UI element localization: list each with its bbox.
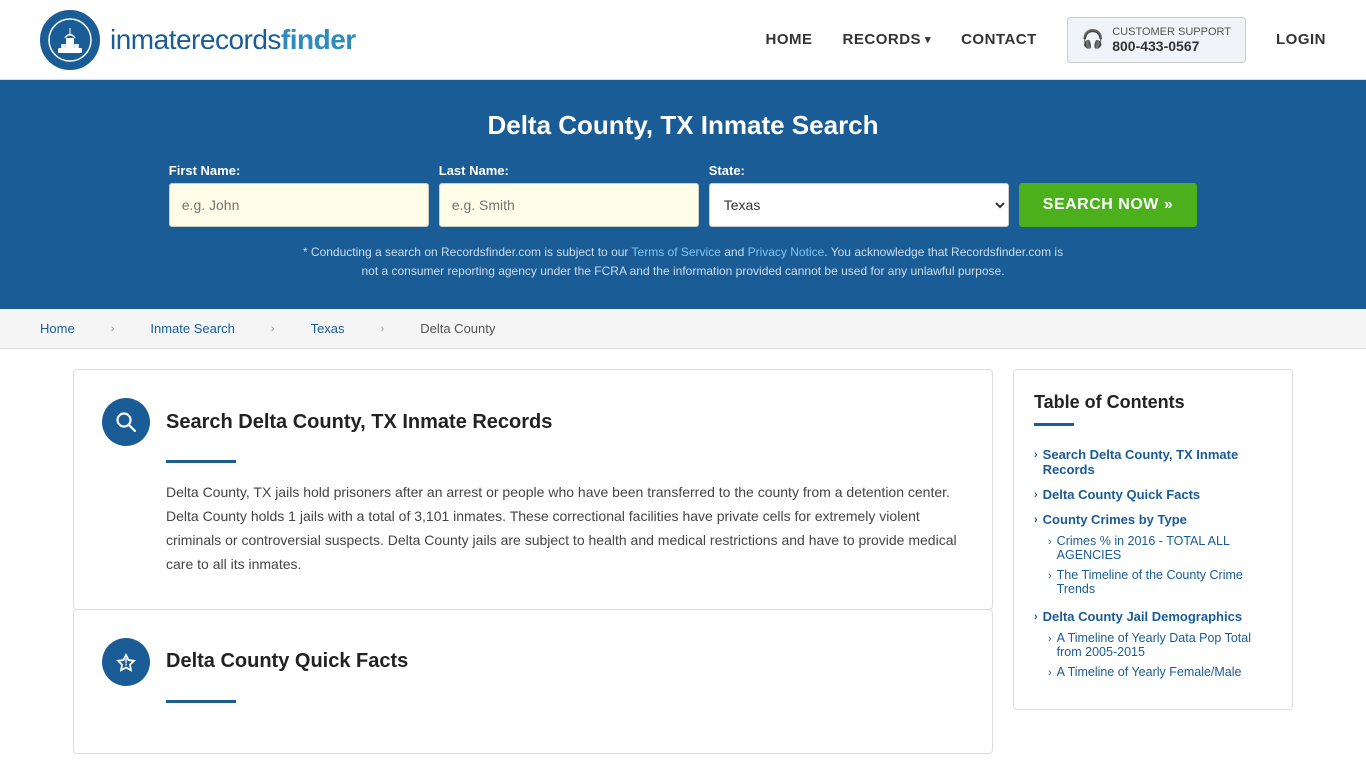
quick-facts-title: Delta County Quick Facts: [166, 650, 408, 673]
logo-text: inmaterecordsfinder: [110, 24, 356, 56]
toc-crimes-sublist: › Crimes % in 2016 - TOTAL ALL AGENCIES …: [1034, 531, 1272, 599]
last-name-label: Last Name:: [439, 163, 699, 178]
chevron-icon: ›: [1048, 570, 1052, 582]
toc-item-search: › Search Delta County, TX Inmate Records: [1034, 442, 1272, 482]
toc-item-demographics: › Delta County Jail Demographics › A Tim…: [1034, 604, 1272, 687]
toc-title: Table of Contents: [1034, 392, 1272, 413]
nav-contact[interactable]: CONTACT: [961, 31, 1037, 48]
search-section-divider: [166, 460, 236, 463]
toc-divider: [1034, 423, 1074, 426]
disclaimer-text: * Conducting a search on Recordsfinder.c…: [293, 243, 1073, 281]
state-group: State: Texas: [709, 163, 1009, 227]
last-name-group: Last Name:: [439, 163, 699, 227]
logo-icon: [40, 10, 100, 70]
search-records-card: Search Delta County, TX Inmate Records D…: [73, 369, 993, 609]
support-label: CUSTOMER SUPPORT: [1112, 26, 1231, 38]
nav-records[interactable]: RECORDS ▾: [843, 31, 932, 48]
chevron-icon: ›: [1034, 514, 1038, 526]
login-button[interactable]: LOGIN: [1276, 31, 1326, 48]
toc-subitem-crimes-pct: › Crimes % in 2016 - TOTAL ALL AGENCIES: [1048, 531, 1272, 565]
search-section-body: Delta County, TX jails hold prisoners af…: [166, 481, 964, 576]
toc-link-search[interactable]: › Search Delta County, TX Inmate Records: [1034, 447, 1272, 477]
toc-sidebar: Table of Contents › Search Delta County,…: [1013, 369, 1293, 710]
toc-link-pop-total[interactable]: › A Timeline of Yearly Data Pop Total fr…: [1048, 631, 1272, 659]
first-name-label: First Name:: [169, 163, 429, 178]
breadcrumb-home[interactable]: Home: [40, 321, 75, 336]
main-nav: HOME RECORDS ▾ CONTACT 🎧 CUSTOMER SUPPOR…: [766, 17, 1326, 63]
breadcrumb-current: Delta County: [420, 321, 495, 336]
tos-link[interactable]: Terms of Service: [632, 245, 721, 259]
state-select[interactable]: Texas: [709, 183, 1009, 227]
breadcrumb-sep-3: ›: [381, 323, 385, 335]
svg-text:!: !: [124, 657, 127, 668]
toc-link-crimes[interactable]: › County Crimes by Type: [1034, 512, 1272, 527]
search-now-button[interactable]: SEARCH NOW »: [1019, 183, 1197, 227]
search-section-header: Search Delta County, TX Inmate Records: [102, 398, 964, 446]
last-name-input[interactable]: [439, 183, 699, 227]
toc-link-crimes-pct[interactable]: › Crimes % in 2016 - TOTAL ALL AGENCIES: [1048, 534, 1272, 562]
main-container: Search Delta County, TX Inmate Records D…: [43, 369, 1323, 753]
search-section-title: Search Delta County, TX Inmate Records: [166, 411, 552, 434]
breadcrumb-sep-1: ›: [111, 323, 115, 335]
chevron-icon: ›: [1048, 633, 1052, 645]
chevron-icon: ›: [1034, 611, 1038, 623]
quick-facts-header: ! Delta County Quick Facts: [102, 638, 964, 686]
quick-facts-card: ! Delta County Quick Facts: [73, 609, 993, 754]
chevron-icon: ›: [1034, 449, 1038, 461]
state-label: State:: [709, 163, 1009, 178]
toc-subitem-female-male: › A Timeline of Yearly Female/Male: [1048, 662, 1272, 682]
toc-link-crimes-timeline[interactable]: › The Timeline of the County Crime Trend…: [1048, 568, 1272, 596]
first-name-input[interactable]: [169, 183, 429, 227]
quick-facts-icon-circle: !: [102, 638, 150, 686]
search-icon-circle: [102, 398, 150, 446]
toc-link-demographics[interactable]: › Delta County Jail Demographics: [1034, 609, 1272, 624]
support-number: 800-433-0567: [1112, 38, 1231, 54]
chevron-icon: ›: [1048, 667, 1052, 679]
search-form: First Name: Last Name: State: Texas SEAR…: [40, 163, 1326, 227]
toc-item-crimes: › County Crimes by Type › Crimes % in 20…: [1034, 507, 1272, 604]
nav-home[interactable]: HOME: [766, 31, 813, 48]
site-header: inmaterecordsfinder HOME RECORDS ▾ CONTA…: [0, 0, 1366, 80]
breadcrumb-inmate-search[interactable]: Inmate Search: [150, 321, 235, 336]
hero-section: Delta County, TX Inmate Search First Nam…: [0, 80, 1366, 309]
hero-title: Delta County, TX Inmate Search: [40, 110, 1326, 141]
headphone-icon: 🎧: [1082, 29, 1104, 50]
privacy-link[interactable]: Privacy Notice: [748, 245, 825, 259]
content-area: Search Delta County, TX Inmate Records D…: [73, 369, 993, 753]
toc-subitem-crimes-timeline: › The Timeline of the County Crime Trend…: [1048, 565, 1272, 599]
toc-link-quickfacts[interactable]: › Delta County Quick Facts: [1034, 487, 1272, 502]
chevron-icon: ›: [1034, 489, 1038, 501]
chevron-icon: ›: [1048, 536, 1052, 548]
breadcrumb: Home › Inmate Search › Texas › Delta Cou…: [0, 309, 1366, 349]
toc-demographics-sublist: › A Timeline of Yearly Data Pop Total fr…: [1034, 628, 1272, 682]
toc-link-female-male[interactable]: › A Timeline of Yearly Female/Male: [1048, 665, 1272, 679]
breadcrumb-sep-2: ›: [271, 323, 275, 335]
toc-list: › Search Delta County, TX Inmate Records…: [1034, 442, 1272, 687]
logo-area: inmaterecordsfinder: [40, 10, 356, 70]
customer-support-button[interactable]: 🎧 CUSTOMER SUPPORT 800-433-0567: [1067, 17, 1246, 63]
first-name-group: First Name:: [169, 163, 429, 227]
toc-item-quickfacts: › Delta County Quick Facts: [1034, 482, 1272, 507]
breadcrumb-texas[interactable]: Texas: [311, 321, 345, 336]
quick-facts-divider: [166, 700, 236, 703]
toc-subitem-pop-total: › A Timeline of Yearly Data Pop Total fr…: [1048, 628, 1272, 662]
